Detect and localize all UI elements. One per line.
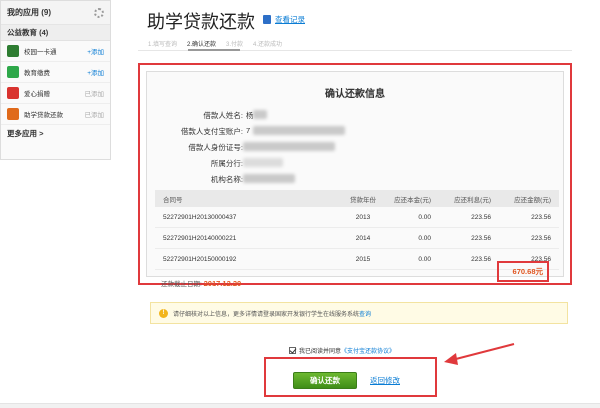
- back-modify-link[interactable]: 返回修改: [370, 375, 400, 386]
- page-footer-bar: [0, 403, 600, 408]
- annotation-arrow: [444, 343, 515, 365]
- confirm-repay-button[interactable]: 确认还款: [293, 372, 357, 389]
